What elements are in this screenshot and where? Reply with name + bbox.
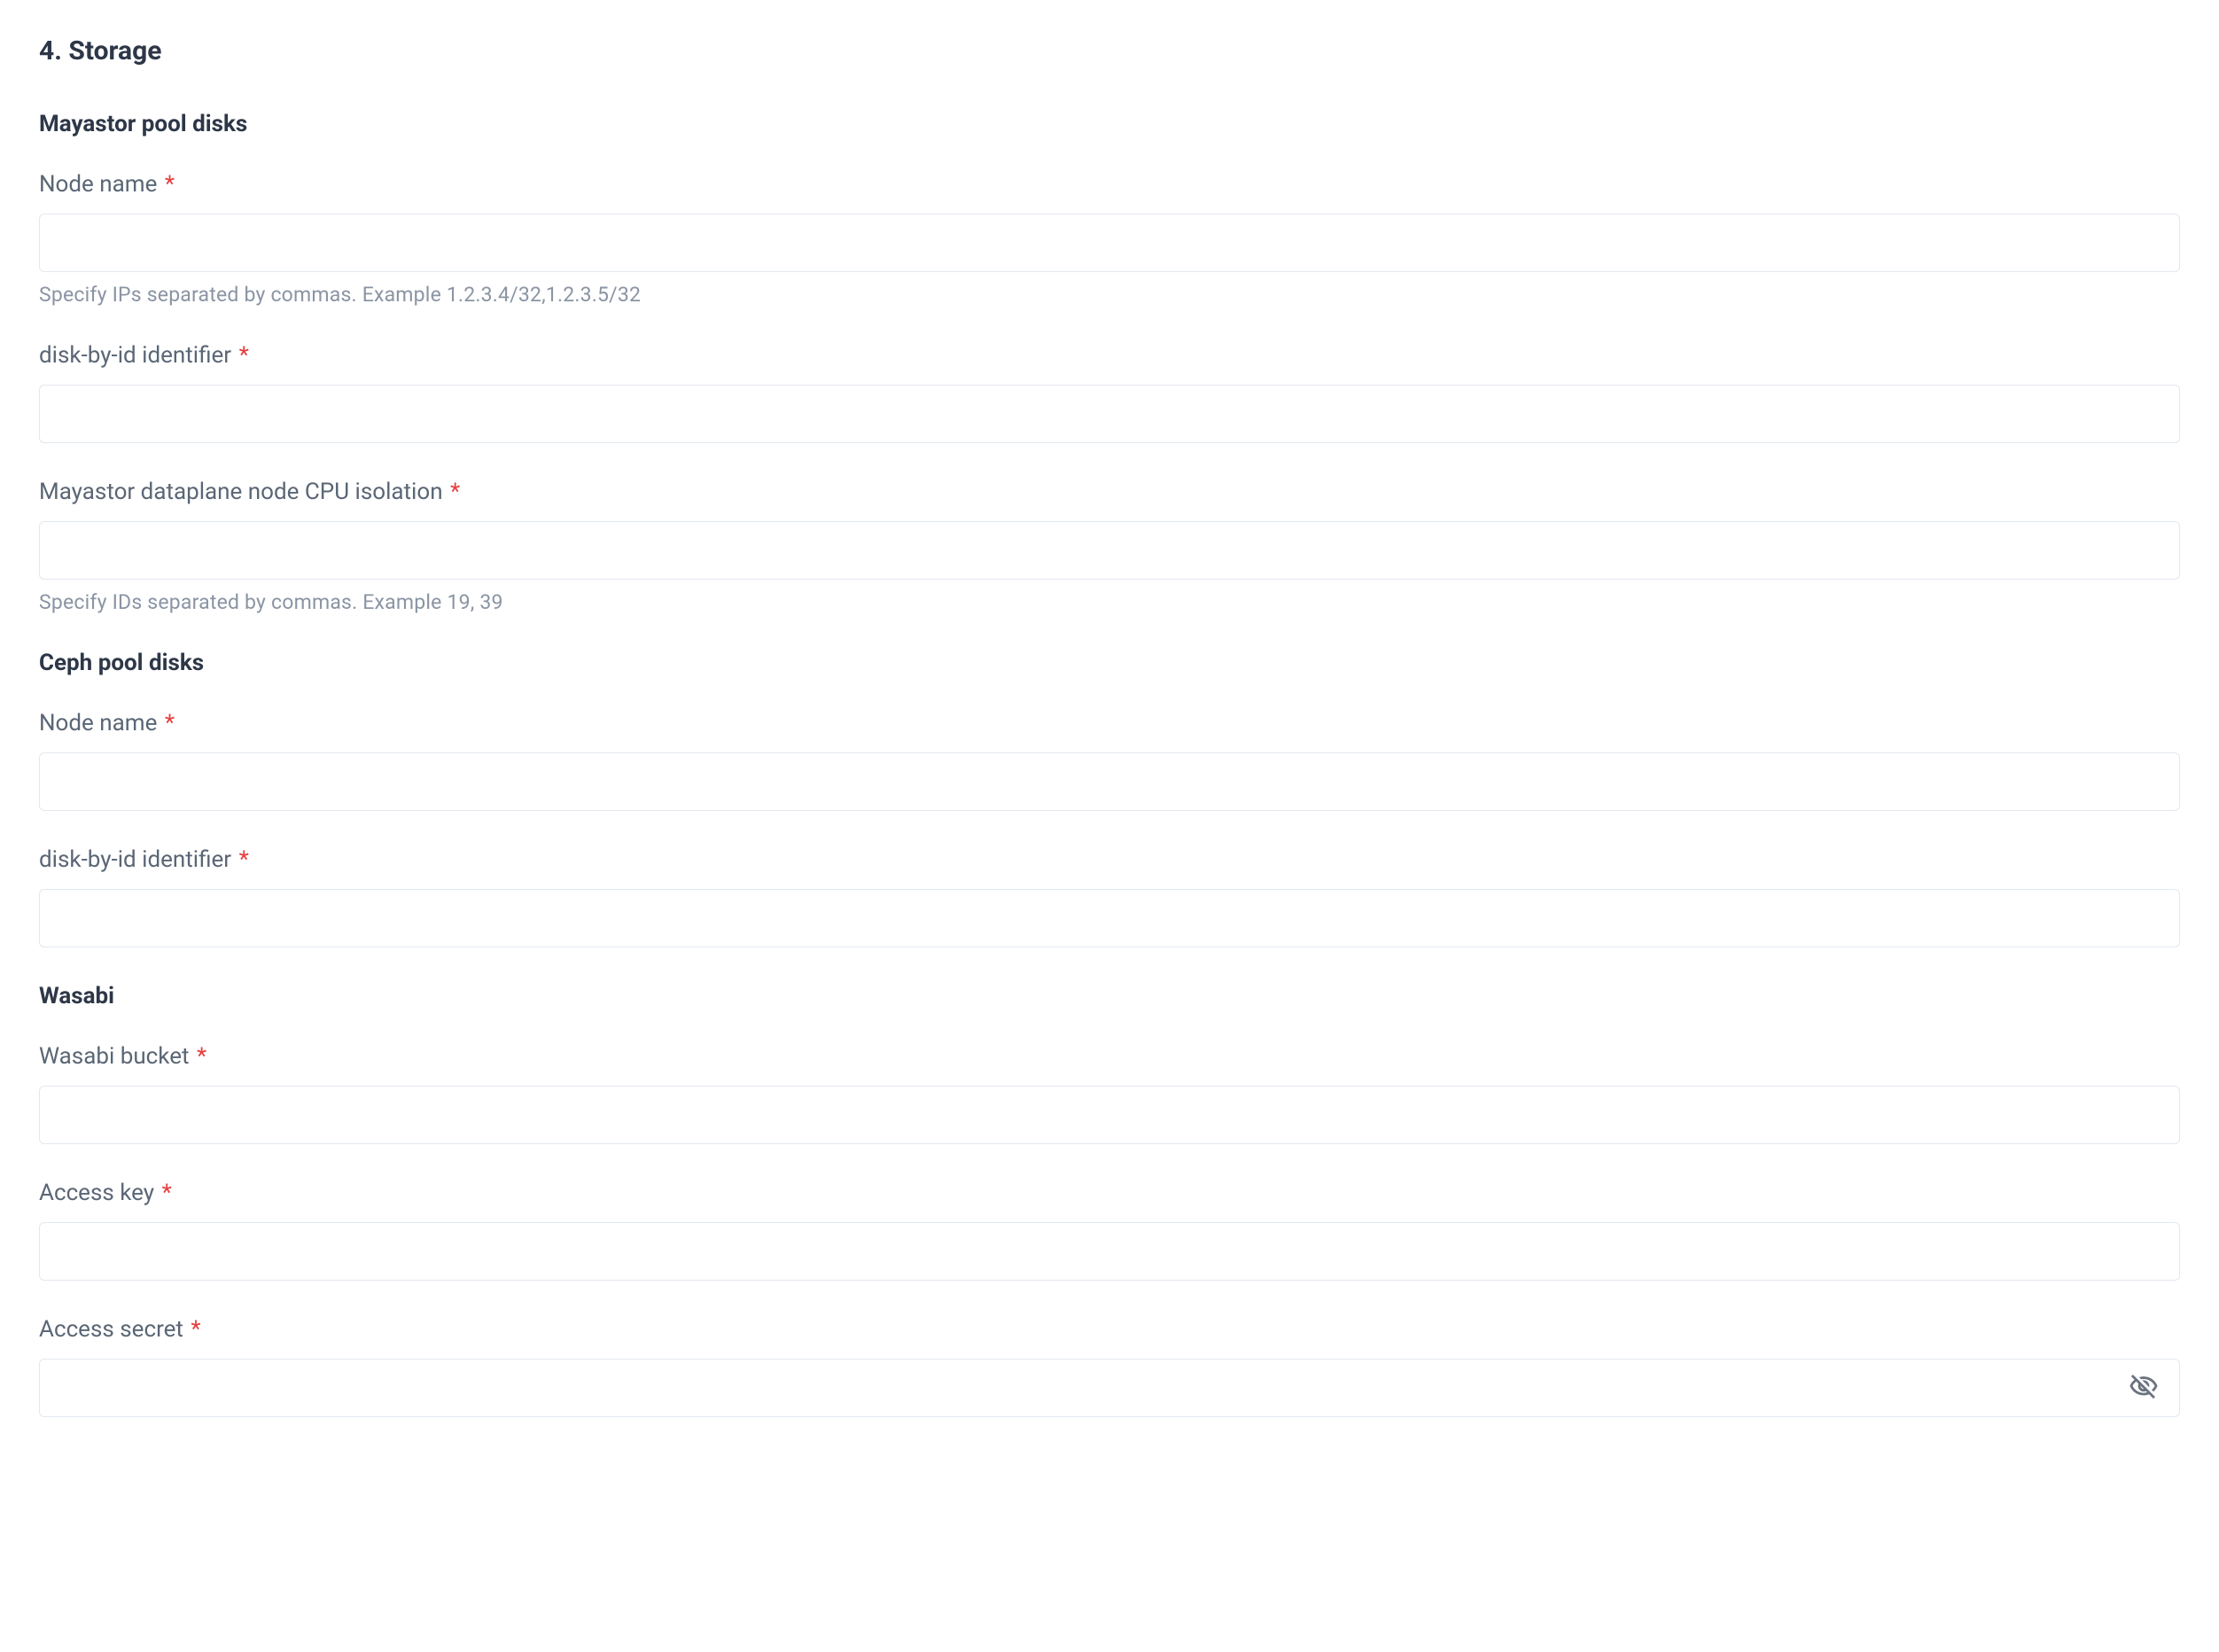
ceph-disk-by-id-label-text: disk-by-id identifier — [39, 846, 231, 873]
required-star-icon: * — [239, 342, 249, 369]
required-star-icon: * — [165, 710, 175, 736]
required-star-icon: * — [162, 1180, 172, 1206]
wasabi-bucket-input[interactable] — [39, 1086, 2180, 1144]
mayastor-node-name-label-text: Node name — [39, 171, 157, 198]
mayastor-cpu-isolation-help: Specify IDs separated by commas. Example… — [39, 590, 2180, 614]
mayastor-node-name-help: Specify IPs separated by commas. Example… — [39, 283, 2180, 307]
wasabi-access-key-input[interactable] — [39, 1222, 2180, 1281]
mayastor-disk-by-id-label-text: disk-by-id identifier — [39, 342, 231, 369]
toggle-visibility-button[interactable] — [2123, 1367, 2164, 1410]
eye-off-icon — [2129, 1372, 2159, 1405]
ceph-heading: Ceph pool disks — [39, 650, 2180, 676]
ceph-disk-by-id-input[interactable] — [39, 889, 2180, 947]
mayastor-cpu-isolation-label: Mayastor dataplane node CPU isolation * — [39, 479, 2180, 505]
mayastor-heading: Mayastor pool disks — [39, 111, 2180, 137]
ceph-disk-by-id-label: disk-by-id identifier * — [39, 846, 2180, 873]
wasabi-bucket-label-text: Wasabi bucket — [39, 1043, 189, 1070]
wasabi-access-key-label: Access key * — [39, 1180, 2180, 1206]
wasabi-access-secret-input[interactable] — [39, 1359, 2180, 1417]
ceph-node-name-label-text: Node name — [39, 710, 157, 736]
wasabi-access-secret-label-text: Access secret — [39, 1316, 183, 1343]
mayastor-disk-by-id-input[interactable] — [39, 385, 2180, 443]
required-star-icon: * — [239, 846, 249, 873]
wasabi-access-secret-label: Access secret * — [39, 1316, 2180, 1343]
required-star-icon: * — [165, 171, 175, 198]
required-star-icon: * — [191, 1316, 200, 1343]
required-star-icon: * — [197, 1043, 206, 1070]
mayastor-node-name-input[interactable] — [39, 214, 2180, 272]
section-title: 4. Storage — [39, 35, 2180, 66]
wasabi-access-key-label-text: Access key — [39, 1180, 154, 1206]
wasabi-heading: Wasabi — [39, 983, 2180, 1009]
mayastor-cpu-isolation-label-text: Mayastor dataplane node CPU isolation — [39, 479, 443, 505]
mayastor-disk-by-id-label: disk-by-id identifier * — [39, 342, 2180, 369]
ceph-node-name-input[interactable] — [39, 752, 2180, 811]
mayastor-cpu-isolation-input[interactable] — [39, 521, 2180, 580]
wasabi-bucket-label: Wasabi bucket * — [39, 1043, 2180, 1070]
ceph-node-name-label: Node name * — [39, 710, 2180, 736]
mayastor-node-name-label: Node name * — [39, 171, 2180, 198]
required-star-icon: * — [450, 479, 460, 505]
